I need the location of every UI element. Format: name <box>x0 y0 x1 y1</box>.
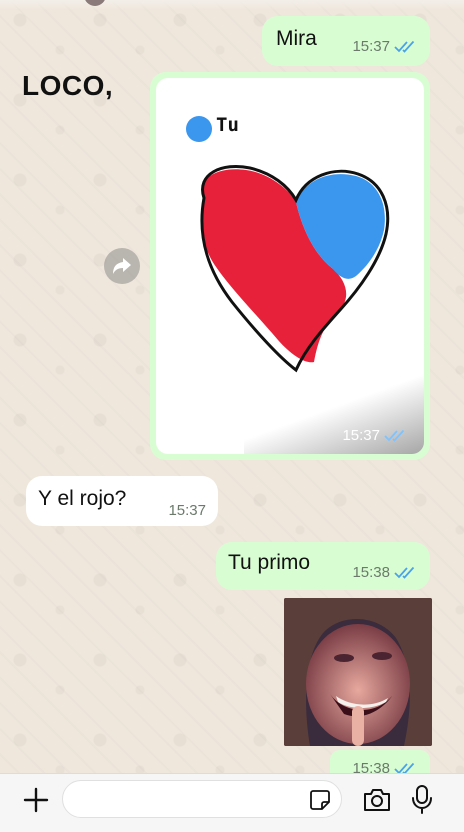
timestamp-text: 15:37 <box>168 502 206 519</box>
message-text: Y el rojo? <box>38 487 127 510</box>
message-text: Mira <box>276 27 317 50</box>
image-caption-loco: LOCO, <box>22 70 114 101</box>
forward-icon <box>113 258 131 274</box>
message-text: Tu primo <box>228 551 311 574</box>
double-check-icon <box>384 429 405 442</box>
sticker-icon[interactable] <box>309 789 331 811</box>
forward-button[interactable] <box>104 248 140 284</box>
message-timestamp: 15:37 <box>342 427 410 444</box>
double-check-icon <box>394 566 415 579</box>
message-bubble-y-el-rojo[interactable]: Y el rojo? 15:37 <box>26 476 218 526</box>
message-timestamp: 15:37 <box>168 502 206 519</box>
heart-drawing-image[interactable]: Tu 15:37 <box>156 78 424 454</box>
photo-message-image[interactable] <box>284 598 432 746</box>
timestamp-text: 15:38 <box>352 564 390 581</box>
image-message-bubble[interactable]: Tu 15:37 <box>150 72 430 460</box>
message-bubble-mira[interactable]: Mira 15:37 <box>262 16 430 66</box>
camera-icon[interactable] <box>362 786 392 814</box>
plus-icon[interactable] <box>22 786 50 814</box>
message-timestamp: 15:38 <box>352 564 420 581</box>
timestamp-text: 15:37 <box>352 38 390 55</box>
message-timestamp: 15:37 <box>352 38 420 55</box>
message-bubble-tu-primo[interactable]: Tu primo 15:38 <box>216 542 430 590</box>
timestamp-text: 15:37 <box>342 427 380 444</box>
message-input[interactable] <box>62 780 342 818</box>
composer-bar <box>0 773 464 832</box>
photo-portrait <box>284 598 432 746</box>
double-check-icon <box>394 40 415 53</box>
microphone-icon[interactable] <box>410 784 434 814</box>
header-edge <box>0 0 464 10</box>
